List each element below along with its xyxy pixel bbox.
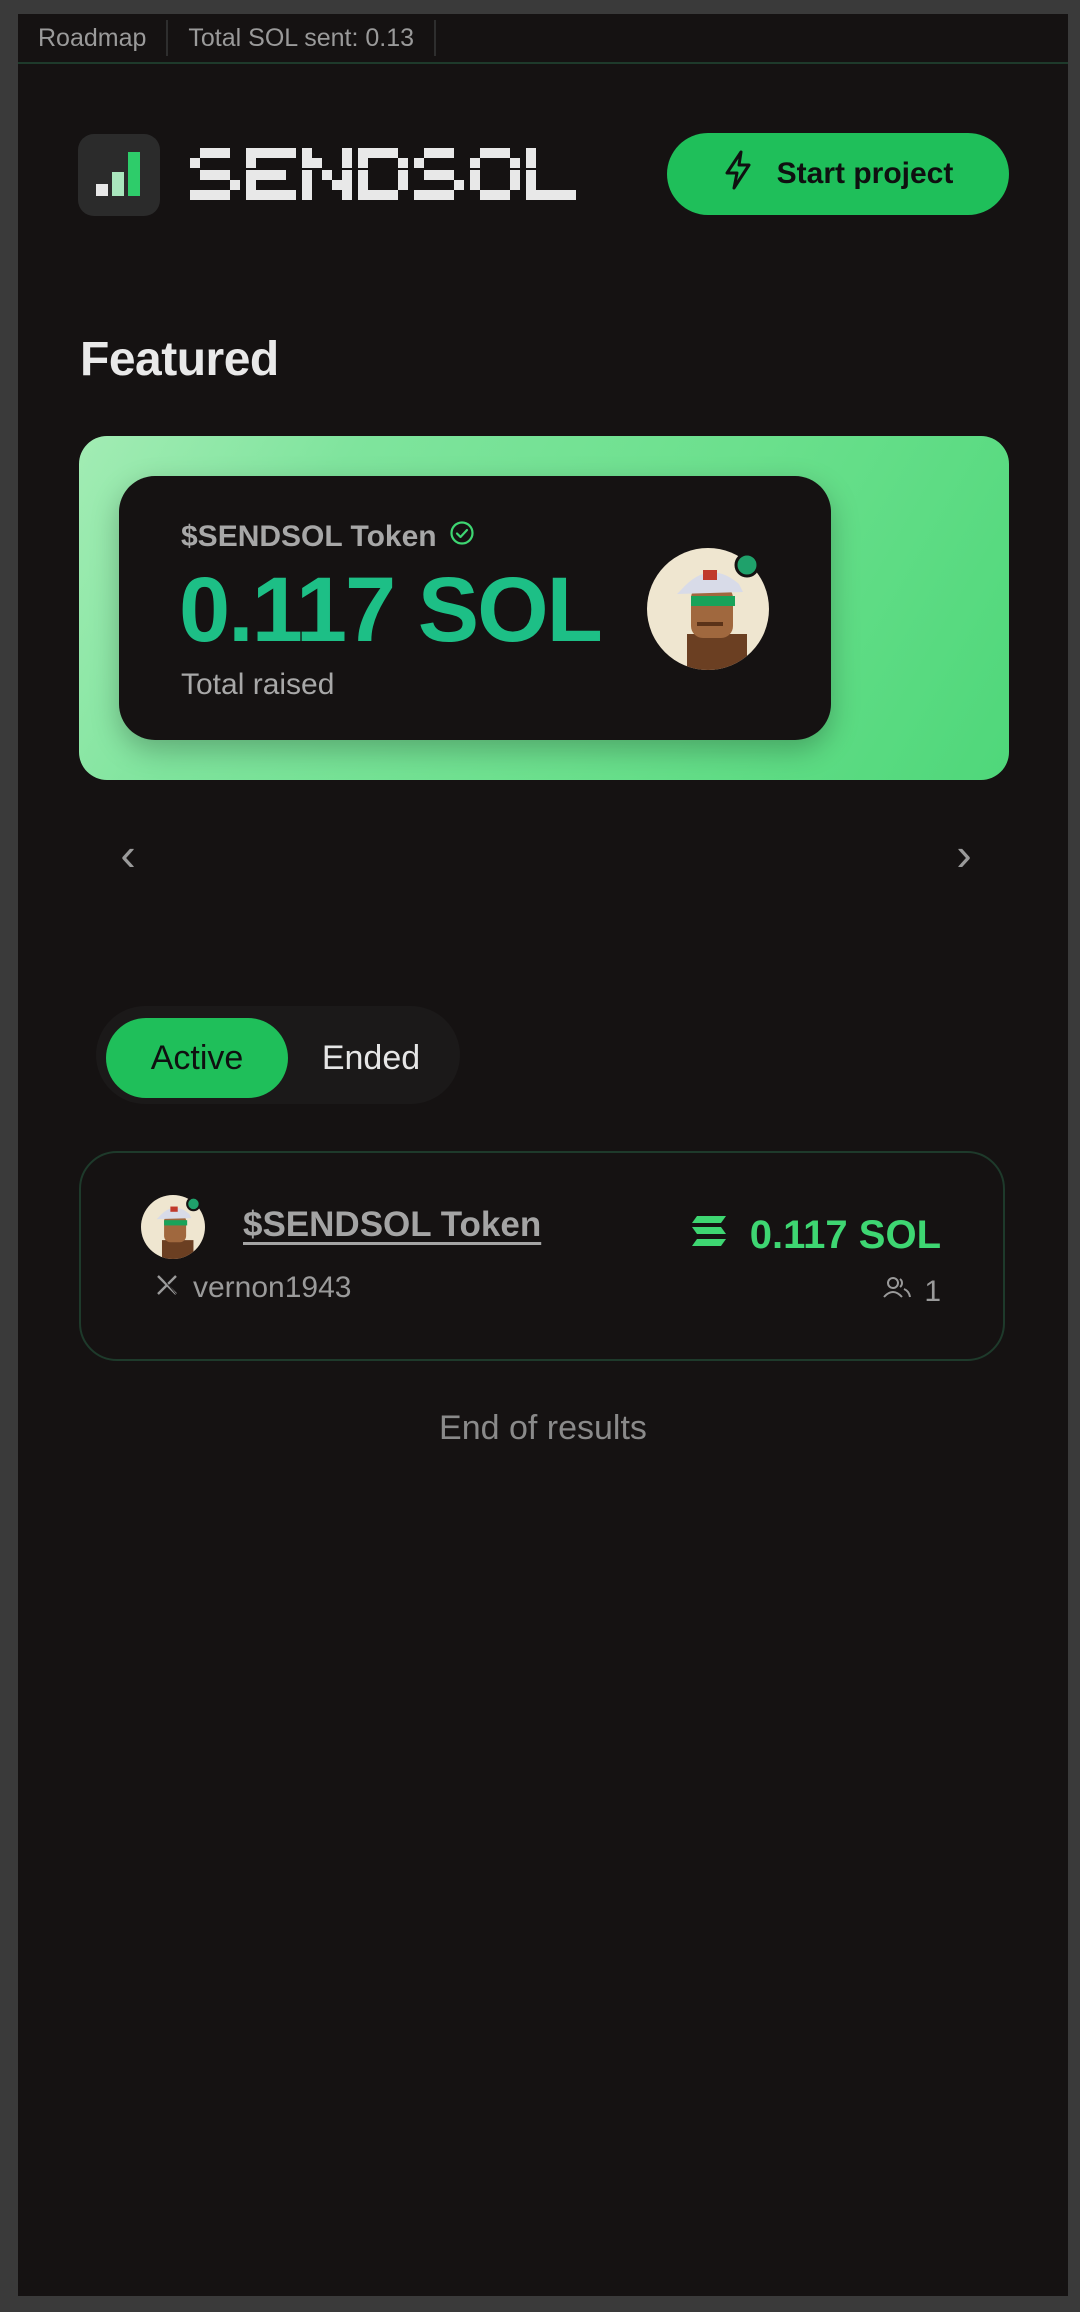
featured-total-raised-label: Total raised (181, 668, 335, 701)
project-raised: 0.117 SOL (690, 1213, 941, 1258)
featured-project-avatar (647, 548, 769, 670)
project-creator: vernon1943 (155, 1271, 351, 1305)
featured-project-card[interactable]: $SENDSOL Token 0.117 SOL Total raised (119, 476, 831, 740)
carousel-next-button[interactable]: › (944, 828, 984, 880)
roadmap-link[interactable]: Roadmap (18, 20, 169, 56)
tab-active[interactable]: Active (106, 1018, 288, 1098)
featured-project-name: $SENDSOL Token (181, 520, 437, 553)
featured-project-name-row: $SENDSOL Token (181, 520, 475, 554)
project-name-link[interactable]: $SENDSOL Token (243, 1205, 541, 1245)
solana-icon (690, 1213, 728, 1258)
creator-handle[interactable]: vernon1943 (193, 1271, 351, 1305)
carousel-prev-button[interactable]: ‹ (108, 828, 148, 880)
tab-ended[interactable]: Ended (296, 1018, 446, 1098)
app-frame: Roadmap Total SOL sent: 0.13 Start proje… (18, 14, 1068, 2296)
top-bar: Roadmap Total SOL sent: 0.13 (18, 14, 1068, 64)
lightning-icon (723, 150, 753, 198)
project-backers: 1 (882, 1275, 941, 1309)
backers-count: 1 (924, 1275, 941, 1308)
project-list-item[interactable]: $SENDSOL Token vernon1943 0.117 SOL 1 (79, 1151, 1005, 1361)
project-avatar (141, 1195, 205, 1259)
featured-banner: $SENDSOL Token 0.117 SOL Total raised (79, 436, 1009, 780)
x-logo-icon (155, 1271, 179, 1305)
project-raised-amount: 0.117 SOL (749, 1213, 941, 1257)
start-project-label: Start project (776, 157, 954, 190)
featured-heading: Featured (80, 333, 279, 386)
total-sol-sent: Total SOL sent: 0.13 (168, 20, 437, 56)
end-of-results: End of results (439, 1409, 647, 1447)
logo-wordmark[interactable] (188, 142, 578, 208)
users-icon (882, 1275, 912, 1309)
verified-check-icon (449, 520, 475, 554)
project-status-tabs: Active Ended (96, 1006, 460, 1104)
logo-icon[interactable] (78, 134, 160, 216)
start-project-button[interactable]: Start project (667, 133, 1009, 215)
featured-total-raised-amount: 0.117 SOL (179, 559, 603, 661)
